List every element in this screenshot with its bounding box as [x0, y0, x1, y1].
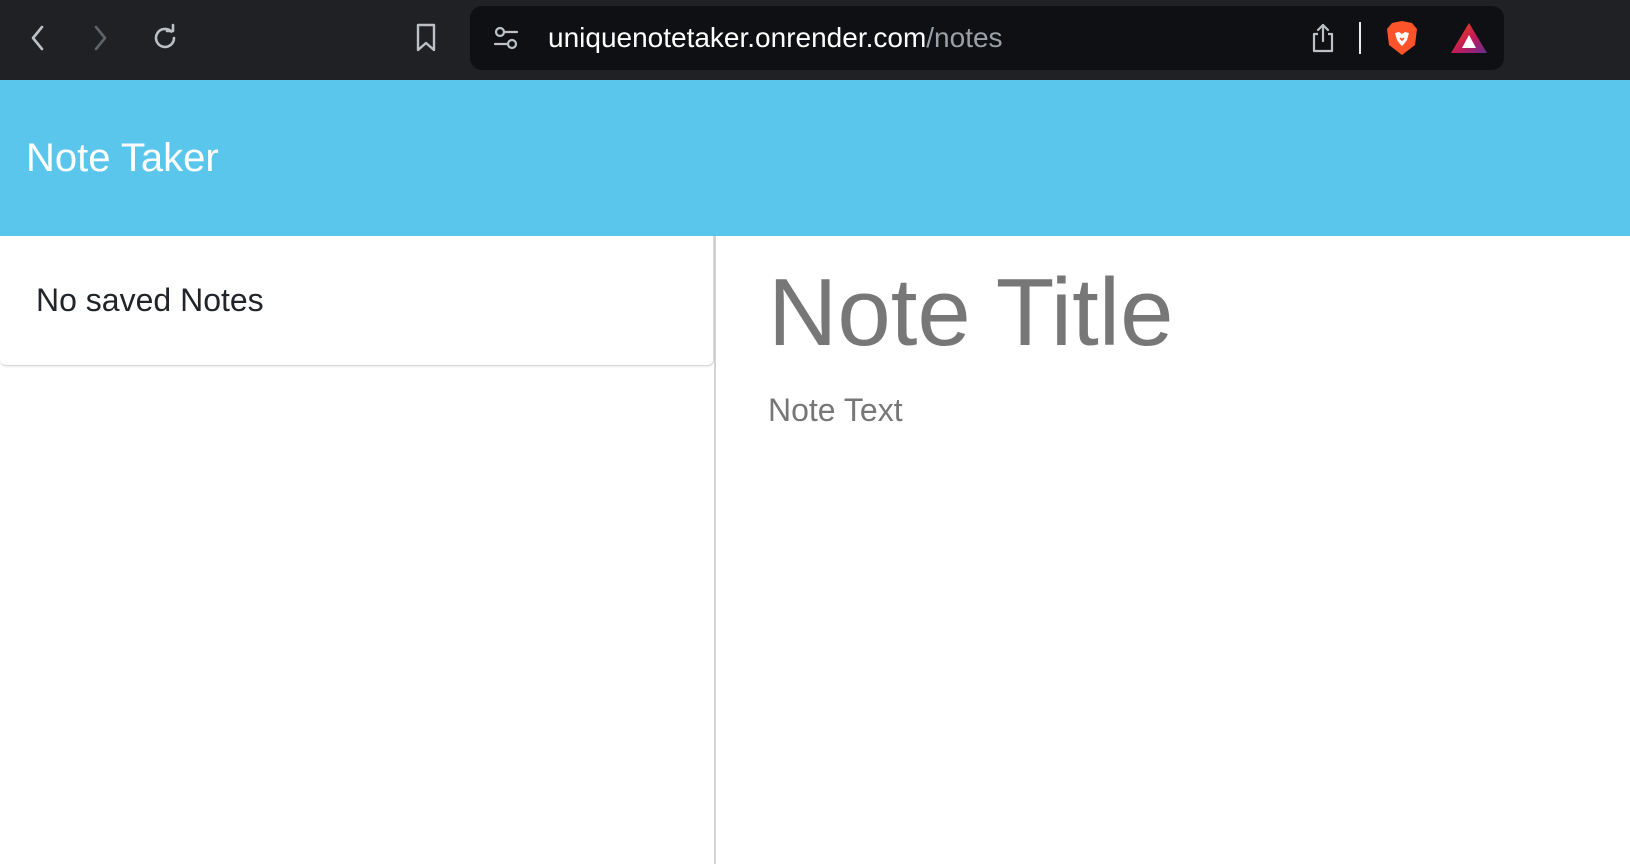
url-host: uniquenotetaker.onrender.com: [548, 22, 927, 53]
chevron-right-icon: [94, 25, 107, 51]
note-title-input[interactable]: [768, 258, 1588, 368]
empty-notes-message: No saved Notes: [36, 282, 264, 318]
site-settings-button[interactable]: [490, 22, 522, 54]
forward-button[interactable]: [82, 20, 118, 56]
notes-list-panel: No saved Notes: [0, 236, 716, 864]
share-icon: [1312, 23, 1334, 53]
back-button[interactable]: [20, 20, 56, 56]
bookmark-icon: [416, 23, 436, 52]
browser-toolbar: uniquenotetaker.onrender.com/notes: [0, 0, 1630, 80]
app-title[interactable]: Note Taker: [26, 80, 219, 236]
brave-lion-icon: [1387, 21, 1417, 55]
list-item: No saved Notes: [0, 236, 714, 366]
address-bar[interactable]: uniquenotetaker.onrender.com/notes: [470, 6, 1504, 70]
note-editor-panel: [716, 236, 1630, 864]
brave-rewards-button[interactable]: [1448, 18, 1490, 58]
brave-rewards-triangle-icon: [1451, 23, 1487, 53]
url-path: /notes: [926, 22, 1003, 53]
app-navbar: Note Taker: [0, 80, 1630, 236]
note-text-area[interactable]: [768, 392, 1588, 832]
reload-button[interactable]: [147, 20, 183, 56]
url-text[interactable]: uniquenotetaker.onrender.com/notes: [548, 6, 1003, 70]
address-bar-divider: [1359, 22, 1361, 54]
chevron-left-icon: [31, 25, 44, 51]
sliders-icon: [493, 26, 519, 50]
reload-icon: [154, 23, 176, 49]
bookmark-button[interactable]: [408, 20, 444, 56]
share-button[interactable]: [1306, 20, 1340, 56]
brave-shields-button[interactable]: [1382, 18, 1422, 58]
